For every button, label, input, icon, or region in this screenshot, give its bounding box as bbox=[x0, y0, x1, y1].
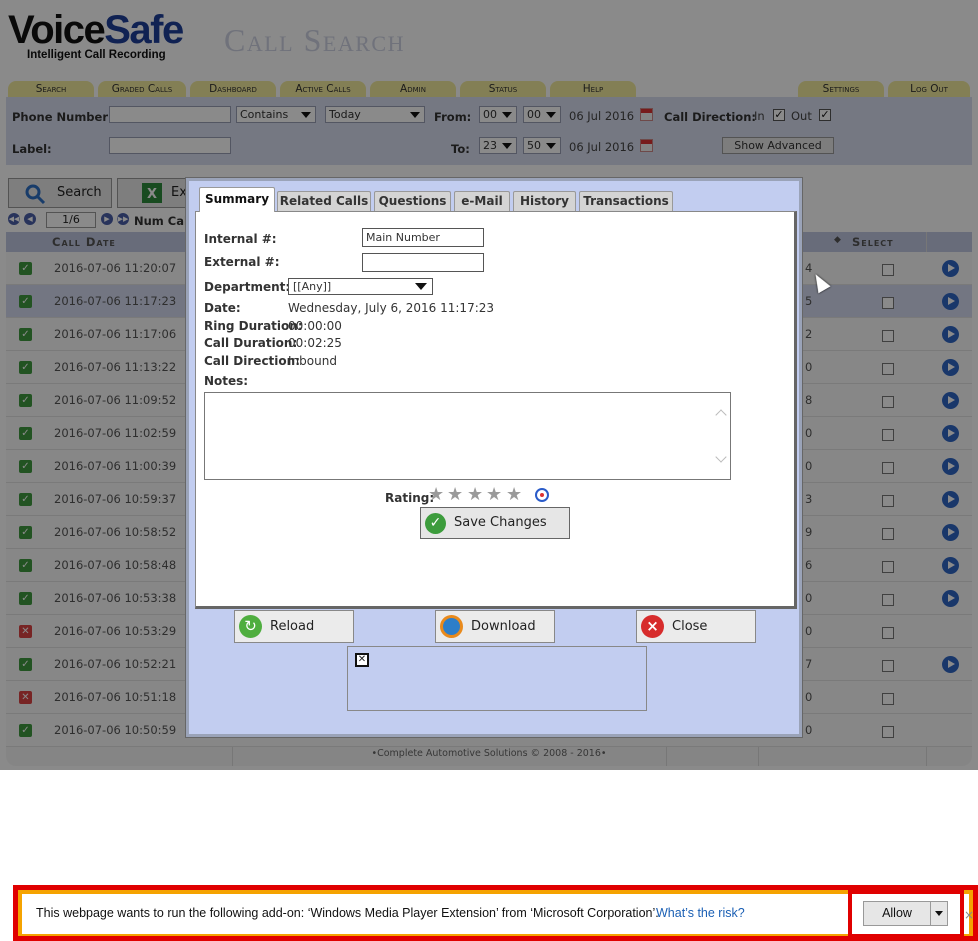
reset-rating-icon[interactable] bbox=[535, 488, 549, 502]
tab-related-calls[interactable]: Related Calls bbox=[277, 191, 371, 211]
reload-button[interactable]: ↻ Reload bbox=[234, 610, 354, 643]
summary-panel: Internal #: Main Number External #: Depa… bbox=[195, 211, 797, 609]
reload-icon: ↻ bbox=[239, 615, 262, 638]
notes-label: Notes: bbox=[204, 374, 249, 388]
checkmark-icon: ✓ bbox=[425, 513, 446, 534]
call-direction-value: Inbound bbox=[288, 354, 337, 368]
internal-number-input[interactable]: Main Number bbox=[362, 228, 484, 247]
scroll-down-icon[interactable] bbox=[715, 451, 727, 463]
department-label: Department: bbox=[204, 280, 291, 294]
addon-notification-bar: This webpage wants to run the following … bbox=[13, 885, 978, 941]
download-label: Download bbox=[471, 619, 536, 634]
allow-highlight-box: Allow bbox=[848, 890, 964, 938]
tab-transactions[interactable]: Transactions bbox=[579, 191, 673, 211]
date-label: Date: bbox=[204, 301, 241, 315]
notes-textarea[interactable] bbox=[204, 392, 731, 480]
reload-label: Reload bbox=[270, 619, 315, 634]
tab-summary[interactable]: Summary bbox=[199, 187, 275, 212]
tab-questions[interactable]: Questions bbox=[374, 191, 451, 211]
ring-duration-value: 00:00:00 bbox=[288, 319, 342, 333]
date-value: Wednesday, July 6, 2016 11:17:23 bbox=[288, 301, 495, 315]
rating-star-3-icon[interactable]: ★ bbox=[467, 486, 483, 504]
tab-history[interactable]: History bbox=[513, 191, 576, 211]
call-duration-label: Call Duration: bbox=[204, 336, 298, 350]
allow-dropdown-arrow-icon[interactable] bbox=[930, 901, 948, 926]
internal-label: Internal #: bbox=[204, 232, 277, 246]
rating-label: Rating: bbox=[385, 491, 435, 505]
download-icon bbox=[440, 615, 463, 638]
external-label: External #: bbox=[204, 255, 280, 269]
rating-star-5-icon[interactable]: ★ bbox=[506, 486, 522, 504]
allow-button[interactable]: Allow bbox=[863, 901, 930, 926]
rating-star-1-icon[interactable]: ★ bbox=[428, 486, 444, 504]
rating-star-4-icon[interactable]: ★ bbox=[486, 486, 502, 504]
download-button[interactable]: Download bbox=[435, 610, 555, 643]
external-number-input[interactable] bbox=[362, 253, 484, 272]
tab-email[interactable]: e-Mail bbox=[454, 191, 510, 211]
call-direction-label: Call Direction: bbox=[204, 354, 300, 368]
media-player-placeholder[interactable]: ✕ bbox=[347, 646, 647, 711]
close-icon: × bbox=[641, 615, 664, 638]
broken-plugin-icon: ✕ bbox=[355, 653, 369, 667]
call-duration-value: 00:02:25 bbox=[288, 336, 342, 350]
save-changes-label: Save Changes bbox=[454, 515, 547, 530]
scroll-up-icon[interactable] bbox=[715, 409, 727, 421]
rating-star-2-icon[interactable]: ★ bbox=[447, 486, 463, 504]
notification-message: This webpage wants to run the following … bbox=[36, 906, 659, 920]
whats-the-risk-link[interactable]: What’s the risk? bbox=[656, 906, 745, 920]
notification-body: This webpage wants to run the following … bbox=[22, 890, 974, 938]
call-details-dialog: Summary Related Calls Questions e-Mail H… bbox=[186, 178, 802, 737]
close-button[interactable]: × Close bbox=[636, 610, 756, 643]
notification-close-icon[interactable]: × bbox=[964, 908, 974, 922]
department-select[interactable]: [[Any]] bbox=[288, 278, 433, 295]
close-label: Close bbox=[672, 619, 708, 634]
save-changes-button[interactable]: ✓ Save Changes bbox=[420, 507, 570, 539]
